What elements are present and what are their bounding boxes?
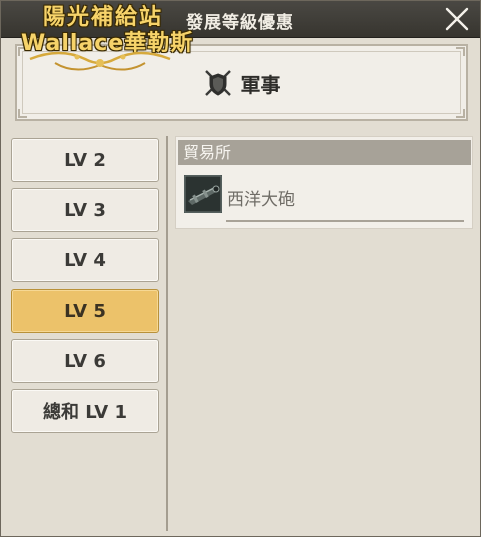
benefits-window: 發展等級優惠 軍事 陽光補給站 Wallace華勒斯 LV 2 LV 3 LV …: [0, 0, 481, 537]
category-header-content: 軍事: [17, 68, 466, 98]
level-button-lv6[interactable]: LV 6: [11, 339, 159, 383]
crossed-swords-shield-icon: [204, 70, 231, 96]
level-label: LV 2: [64, 149, 106, 171]
level-label: LV 5: [64, 300, 106, 322]
level-label: LV 3: [64, 199, 106, 221]
benefit-item-name: 西洋大砲: [227, 190, 295, 210]
level-button-total-lv1[interactable]: 總和 LV 1: [11, 389, 159, 433]
level-label: 總和 LV 1: [43, 402, 127, 423]
level-label: LV 6: [64, 350, 106, 372]
level-label: LV 4: [64, 249, 106, 271]
level-button-lv4[interactable]: LV 4: [11, 238, 159, 282]
level-button-lv5[interactable]: LV 5: [11, 289, 159, 333]
cannon-icon: [184, 175, 222, 213]
benefit-item-row[interactable]: 西洋大砲: [184, 175, 466, 222]
close-icon: [445, 7, 469, 31]
item-underline: [226, 220, 464, 222]
level-button-lv2[interactable]: LV 2: [11, 138, 159, 182]
category-label: 軍事: [240, 72, 281, 97]
level-button-lv3[interactable]: LV 3: [11, 188, 159, 232]
vertical-divider: [166, 136, 168, 531]
section-header: 貿易所: [178, 140, 471, 165]
title-bar: 發展等級優惠: [1, 1, 480, 38]
category-header-panel: 軍事: [15, 44, 468, 121]
window-title: 發展等級優惠: [186, 13, 294, 33]
close-button[interactable]: [441, 5, 471, 33]
benefit-content-panel: 貿易所 西洋大砲: [175, 136, 473, 229]
